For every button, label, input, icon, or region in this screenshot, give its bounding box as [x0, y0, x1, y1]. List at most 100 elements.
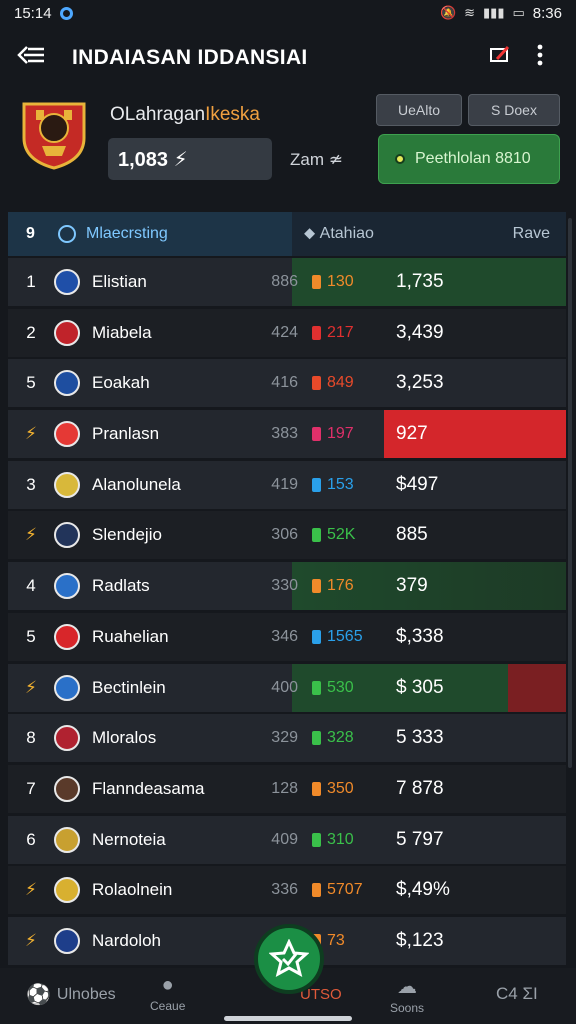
team-name: Eoakah: [92, 373, 150, 393]
table-row[interactable]: 7 Flanndeasama 128 350 7 878: [8, 764, 566, 813]
table-row[interactable]: 4 Radlats 330 176 379: [8, 562, 566, 611]
team-value: 7 878: [396, 777, 444, 799]
edit-icon[interactable]: [480, 45, 520, 71]
team-name: Alanolunela: [92, 474, 181, 494]
mute-icon: 🔕: [439, 5, 457, 20]
team-points: 306: [271, 526, 298, 544]
team-value: 379: [396, 575, 428, 597]
zoom-control[interactable]: Zam ≄: [290, 150, 343, 170]
more-vert-icon[interactable]: [520, 44, 560, 72]
team-points: 329: [271, 729, 298, 747]
header-team[interactable]: Mlaecrsting: [58, 225, 292, 243]
header-stats[interactable]: ⬥ Atahiao: [292, 212, 436, 256]
team-name: Mloralos: [92, 728, 157, 748]
team-name: Flanndeasama: [92, 778, 205, 798]
table-row[interactable]: 5 Ruahelian 346 1565 $,338: [8, 612, 566, 661]
status-time: 15:14: [14, 4, 52, 22]
table-row[interactable]: 5 Eoakah 416 849 3,253: [8, 359, 566, 408]
app-bar: INDAIASAN IDDANSIAI: [0, 30, 576, 86]
table-row[interactable]: 6 Nernoteia 409 310 5 797: [8, 815, 566, 864]
status-right-time: 8:36: [532, 4, 562, 22]
team-value: 5 797: [396, 828, 444, 850]
scrollbar[interactable]: [568, 218, 572, 768]
page-title: INDAIASAN IDDANSIAI: [72, 46, 308, 69]
team-badge-icon: [54, 319, 80, 346]
team-badge-icon: [54, 269, 80, 295]
indicator-dot-icon: [395, 154, 405, 164]
primary-action-button[interactable]: Peethlolan 8810: [378, 134, 560, 184]
table-row[interactable]: 2 Miabela 424 217 3,439: [8, 308, 566, 357]
team-badge-icon: [54, 522, 80, 549]
table-row[interactable]: ⚡ Rolaolnein 336 5707 $,49%: [8, 866, 566, 915]
team-name: Elistian: [92, 272, 147, 291]
row-position: 2: [26, 322, 36, 342]
team-name: Slendejio: [92, 525, 162, 545]
header-team-label: Mlaecrsting: [86, 225, 168, 242]
signal-icon: ▮▮▮: [483, 5, 505, 20]
team-value: $,49%: [396, 879, 450, 901]
trend-icon: ⚡: [25, 677, 37, 697]
home-indicator[interactable]: [224, 1016, 352, 1021]
team-value: $,123: [396, 929, 444, 951]
battery-icon: ▭: [512, 5, 525, 20]
trend-icon: ⚡: [25, 424, 37, 444]
score-display: 1,083 ⚡: [108, 138, 272, 180]
row-position: 5: [26, 626, 36, 646]
table-row[interactable]: 3 Alanolunela 419 153 $497: [8, 460, 566, 509]
table-row[interactable]: 8 Mloralos 329 328 5 333: [8, 714, 566, 763]
stat-marker-icon: [312, 376, 321, 391]
table-header: 9 Mlaecrsting ⬥ Atahiao Rave: [8, 212, 566, 256]
team-name: Radlats: [92, 576, 150, 596]
team-points: 416: [271, 374, 298, 392]
stat-value: 197: [327, 425, 354, 443]
stat-marker-icon: [312, 477, 321, 492]
nav-item-1[interactable]: ⚽ Ulnobes: [26, 982, 116, 1007]
chip-button-a[interactable]: UeAlto: [376, 94, 462, 126]
row-position: 1: [26, 272, 36, 291]
back-menu-icon[interactable]: [16, 44, 52, 73]
table-row[interactable]: ⚡ Bectinlein 400 530 $ 305: [8, 663, 566, 712]
team-points: 886: [271, 273, 298, 290]
table-row[interactable]: ⚡ Slendejio 306 52K 885: [8, 511, 566, 560]
row-position: 5: [26, 373, 36, 393]
team-name: Pranlasn: [92, 424, 160, 444]
stat-value: 1565: [327, 627, 363, 645]
row-position: 7: [26, 778, 36, 798]
profile-nav-icon: ●: [161, 974, 174, 996]
team-value: $497: [396, 473, 439, 495]
header-value[interactable]: Rave: [436, 212, 566, 256]
row-position: 6: [26, 829, 36, 849]
stat-marker-icon: [312, 883, 321, 898]
stat-value: 530: [327, 678, 354, 696]
nav-item-2[interactable]: ● Ceaue: [150, 974, 185, 1013]
team-badge-icon: [54, 826, 80, 853]
table-row[interactable]: ⚡ Pranlasn 383 197 927: [8, 410, 566, 459]
nav-item-4[interactable]: ☁ Soons: [390, 974, 424, 1015]
standings-list: 1 Elistian 886 130 1,735 2 Miabela 424 217 3,439 5…: [8, 258, 566, 968]
nav-item-4-label: Soons: [390, 1001, 425, 1015]
fab-button[interactable]: [254, 924, 324, 994]
team-points: 346: [271, 627, 298, 645]
chat-nav-icon: ☁: [397, 976, 418, 998]
team-value: $ 305: [396, 676, 444, 698]
header-stats-label: Atahiao: [319, 225, 374, 242]
stat-value: 217: [327, 323, 354, 341]
chip-button-b[interactable]: S Doex: [468, 94, 560, 126]
star-check-icon: [269, 939, 309, 977]
table-row[interactable]: 1 Elistian 886 130 1,735: [8, 258, 566, 306]
stat-value: 153: [327, 475, 354, 493]
stat-marker-icon: [312, 731, 321, 746]
team-badge-icon: [54, 674, 80, 701]
stat-marker-icon: [312, 579, 321, 594]
sort-arrow-icon: ⬥: [304, 225, 320, 242]
nav-item-5[interactable]: C4 ΣI: [496, 984, 538, 1004]
team-points: 409: [271, 830, 298, 848]
team-points: 383: [271, 425, 298, 443]
stat-marker-icon: [312, 680, 321, 695]
team-value: 3,439: [396, 321, 444, 343]
team-value: 3,253: [396, 372, 444, 394]
header-rank[interactable]: 9: [8, 225, 58, 243]
stat-value: 328: [327, 729, 354, 747]
team-value: 885: [396, 524, 428, 546]
stat-value: 73: [327, 931, 345, 949]
